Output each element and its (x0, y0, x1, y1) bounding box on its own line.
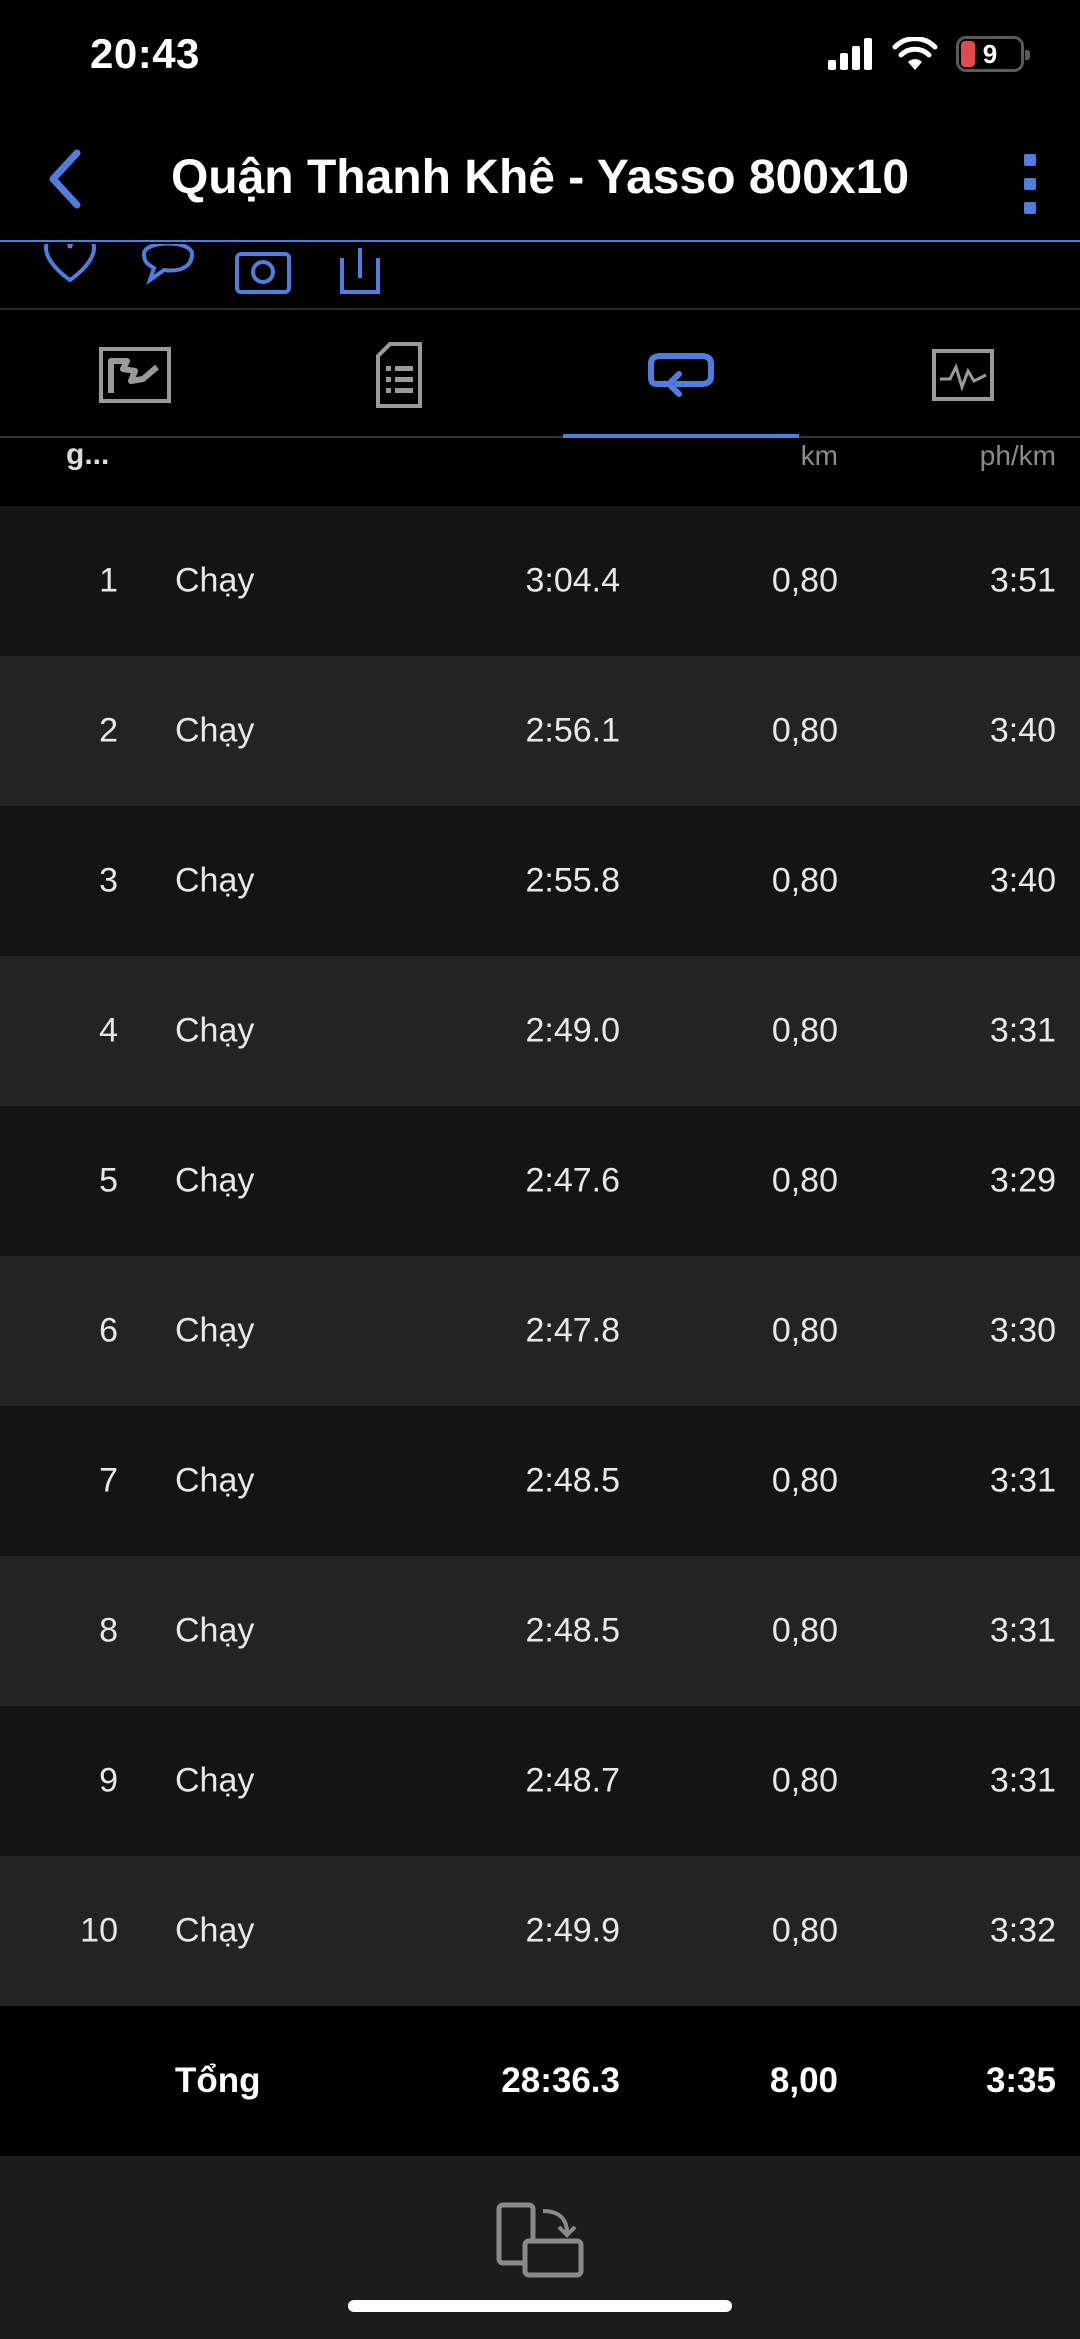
lap-type: Chạy (175, 1911, 255, 1950)
chart-icon (932, 349, 994, 401)
tab-map[interactable] (0, 312, 270, 438)
lap-type: Chạy (175, 1611, 255, 1650)
lap-time: 2:56.1 (525, 711, 620, 750)
lap-pace: 3:31 (989, 1461, 1056, 1500)
lap-distance: 0,80 (771, 1011, 838, 1050)
tab-details[interactable] (264, 312, 534, 438)
lap-time: 2:48.5 (525, 1461, 620, 1500)
home-indicator[interactable] (348, 2300, 732, 2312)
lap-time: 2:49.0 (525, 1011, 620, 1050)
table-row[interactable]: 9 Chạy 2:48.7 0,80 3:31 (0, 1706, 1080, 1856)
rotate-device-icon (496, 2202, 584, 2278)
lap-type: Chạy (175, 1311, 255, 1350)
total-time: 28:36.3 (501, 2061, 620, 2100)
header-pace: ph/km (979, 440, 1056, 471)
tab-bar (0, 312, 1080, 438)
wifi-icon (892, 37, 938, 70)
lap-distance: 0,80 (771, 861, 838, 900)
header-lap: g... (66, 438, 110, 471)
more-vertical-icon (1024, 154, 1036, 214)
lap-type: Chạy (175, 861, 255, 900)
lap-type: Chạy (175, 1761, 255, 1800)
lap-pace: 3:31 (989, 1011, 1056, 1050)
laps-loop-icon (648, 353, 714, 397)
active-tab-indicator (563, 434, 799, 438)
comment-icon[interactable] (138, 244, 198, 298)
camera-icon[interactable] (234, 244, 292, 298)
total-distance: 8,00 (769, 2061, 838, 2100)
more-options-button[interactable] (1000, 144, 1060, 224)
lap-distance: 0,80 (771, 1611, 838, 1650)
tab-charts[interactable] (828, 312, 1080, 438)
map-icon (99, 347, 171, 403)
page-title: Quận Thanh Khê - Yasso 800x10 (170, 151, 910, 204)
lap-time: 2:47.6 (525, 1161, 620, 1200)
lap-distance: 0,80 (771, 561, 838, 600)
lap-table: 1 Chạy 3:04.4 0,80 3:51 2 Chạy 2:56.1 0,… (0, 506, 1080, 2006)
lap-time: 2:49.9 (525, 1911, 620, 1950)
lap-number: 2 (99, 711, 118, 750)
cellular-signal-icon (828, 38, 872, 70)
battery-level: 9 (982, 38, 998, 69)
document-list-icon (376, 342, 422, 408)
table-row[interactable]: 6 Chạy 2:47.8 0,80 3:30 (0, 1256, 1080, 1406)
status-bar: 20:43 9 (0, 0, 1080, 120)
lap-number: 10 (80, 1911, 118, 1950)
lap-pace: 3:32 (989, 1911, 1056, 1950)
lap-pace: 3:51 (989, 561, 1056, 600)
table-row[interactable]: 1 Chạy 3:04.4 0,80 3:51 (0, 506, 1080, 656)
lap-type: Chạy (175, 1161, 255, 1200)
header-distance: km (800, 440, 838, 471)
lap-number: 8 (99, 1611, 118, 1650)
status-time: 20:43 (90, 30, 200, 77)
lap-number: 1 (99, 561, 118, 600)
lap-distance: 0,80 (771, 1461, 838, 1500)
lap-pace: 3:31 (989, 1761, 1056, 1800)
lap-pace: 3:40 (989, 861, 1056, 900)
lap-distance: 0,80 (771, 711, 838, 750)
total-label: Tổng (175, 2061, 261, 2100)
heart-icon[interactable] (42, 244, 98, 298)
battery-icon: 9 (956, 36, 1030, 72)
lap-time: 2:48.7 (525, 1761, 620, 1800)
lap-type: Chạy (175, 1461, 255, 1500)
lap-pace: 3:31 (989, 1611, 1056, 1650)
lap-distance: 0,80 (771, 1761, 838, 1800)
rotate-view-button[interactable] (490, 2196, 590, 2286)
table-row[interactable]: 8 Chạy 2:48.5 0,80 3:31 (0, 1556, 1080, 1706)
lap-type: Chạy (175, 1011, 255, 1050)
lap-type: Chạy (175, 561, 255, 600)
table-row[interactable]: 2 Chạy 2:56.1 0,80 3:40 (0, 656, 1080, 806)
status-icons: 9 (828, 36, 1030, 72)
lap-distance: 0,80 (771, 1911, 838, 1950)
lap-time: 3:04.4 (525, 561, 620, 600)
lap-number: 3 (99, 861, 118, 900)
lap-number: 6 (99, 1311, 118, 1350)
lap-time: 2:47.8 (525, 1311, 620, 1350)
lap-time: 2:48.5 (525, 1611, 620, 1650)
lap-number: 7 (99, 1461, 118, 1500)
lap-pace: 3:40 (989, 711, 1056, 750)
lap-number: 5 (99, 1161, 118, 1200)
table-row[interactable]: 3 Chạy 2:55.8 0,80 3:40 (0, 806, 1080, 956)
total-row: Tổng 28:36.3 8,00 3:35 (0, 2006, 1080, 2156)
lap-type: Chạy (175, 711, 255, 750)
lap-number: 4 (99, 1011, 118, 1050)
nav-bar: Quận Thanh Khê - Yasso 800x10 (0, 120, 1080, 242)
lap-time: 2:55.8 (525, 861, 620, 900)
lap-number: 9 (99, 1761, 118, 1800)
table-row[interactable]: 5 Chạy 2:47.6 0,80 3:29 (0, 1106, 1080, 1256)
lap-distance: 0,80 (771, 1161, 838, 1200)
tab-laps[interactable] (546, 312, 816, 438)
table-header: g... km ph/km (0, 438, 1080, 506)
action-row (0, 244, 1080, 310)
table-row[interactable]: 4 Chạy 2:49.0 0,80 3:31 (0, 956, 1080, 1106)
lap-pace: 3:30 (989, 1311, 1056, 1350)
lap-pace: 3:29 (989, 1161, 1056, 1200)
share-icon[interactable] (338, 244, 382, 298)
table-row[interactable]: 7 Chạy 2:48.5 0,80 3:31 (0, 1406, 1080, 1556)
total-pace: 3:35 (985, 2061, 1056, 2100)
lap-distance: 0,80 (771, 1311, 838, 1350)
table-row[interactable]: 10 Chạy 2:49.9 0,80 3:32 (0, 1856, 1080, 2006)
